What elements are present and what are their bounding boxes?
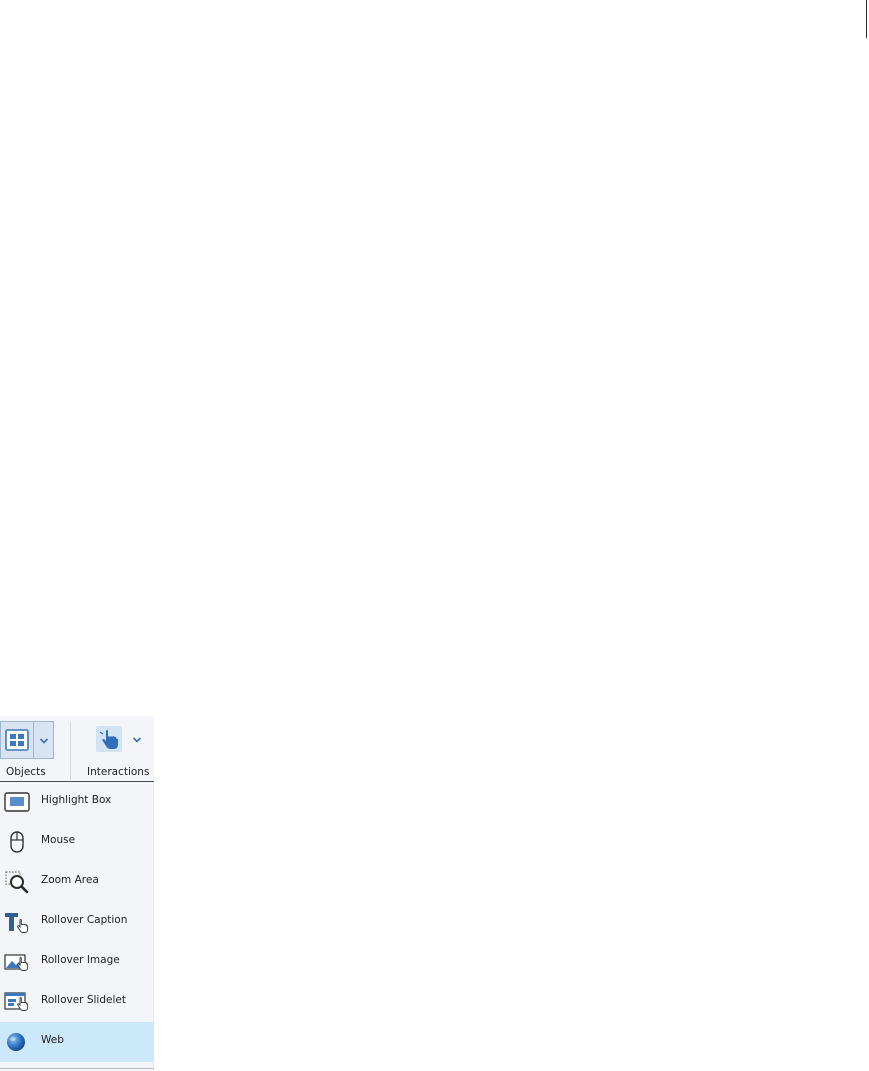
chevron-down-icon[interactable] — [132, 736, 142, 744]
menu-item-label: Highlight Box — [41, 794, 112, 806]
menu-item-rollover-slidelet[interactable]: Rollover Slidelet — [0, 982, 154, 1022]
toolbar-divider — [70, 722, 71, 780]
window-edge-line — [866, 0, 867, 38]
menu-item-zoom-area[interactable]: Zoom Area — [0, 862, 154, 902]
interactions-button[interactable] — [92, 724, 144, 758]
zoom-area-icon — [5, 871, 29, 894]
hand-pointer-icon — [96, 726, 122, 752]
menu-item-web[interactable]: Web — [0, 1022, 154, 1062]
rollover-slidelet-icon — [4, 992, 29, 1011]
rollover-image-icon — [4, 954, 29, 971]
web-globe-icon — [7, 1033, 25, 1051]
menu-item-rollover-image[interactable]: Rollover Image — [0, 942, 154, 982]
objects-button[interactable] — [0, 721, 54, 759]
menu-item-label: Web — [41, 1034, 64, 1046]
menu-item-highlight-box[interactable]: Highlight Box — [0, 782, 154, 822]
objects-grid-icon — [5, 729, 29, 751]
interactions-label: Interactions — [87, 766, 150, 778]
menu-item-label: Rollover Slidelet — [41, 994, 126, 1006]
objects-dropdown-menu: Highlight Box Mouse Zoom Area Rollover C… — [0, 782, 154, 1071]
menu-item-label: Mouse — [41, 834, 76, 846]
mouse-icon — [10, 831, 24, 853]
menu-item-label: Rollover Caption — [41, 914, 128, 926]
rollover-caption-icon — [5, 913, 29, 933]
menu-item-label: Zoom Area — [41, 874, 99, 886]
objects-label: Objects — [6, 766, 46, 778]
interactions-group: Interactions — [72, 716, 154, 781]
highlight-box-icon — [4, 792, 30, 812]
ribbon-toolbar: Objects Interactions — [0, 716, 154, 782]
menu-item-rollover-caption[interactable]: Rollover Caption — [0, 902, 154, 942]
menu-bottom-border — [0, 1068, 154, 1069]
chevron-down-icon[interactable] — [39, 737, 49, 745]
menu-item-mouse[interactable]: Mouse — [0, 822, 154, 862]
menu-item-label: Rollover Image — [41, 954, 120, 966]
objects-group: Objects — [0, 716, 68, 781]
